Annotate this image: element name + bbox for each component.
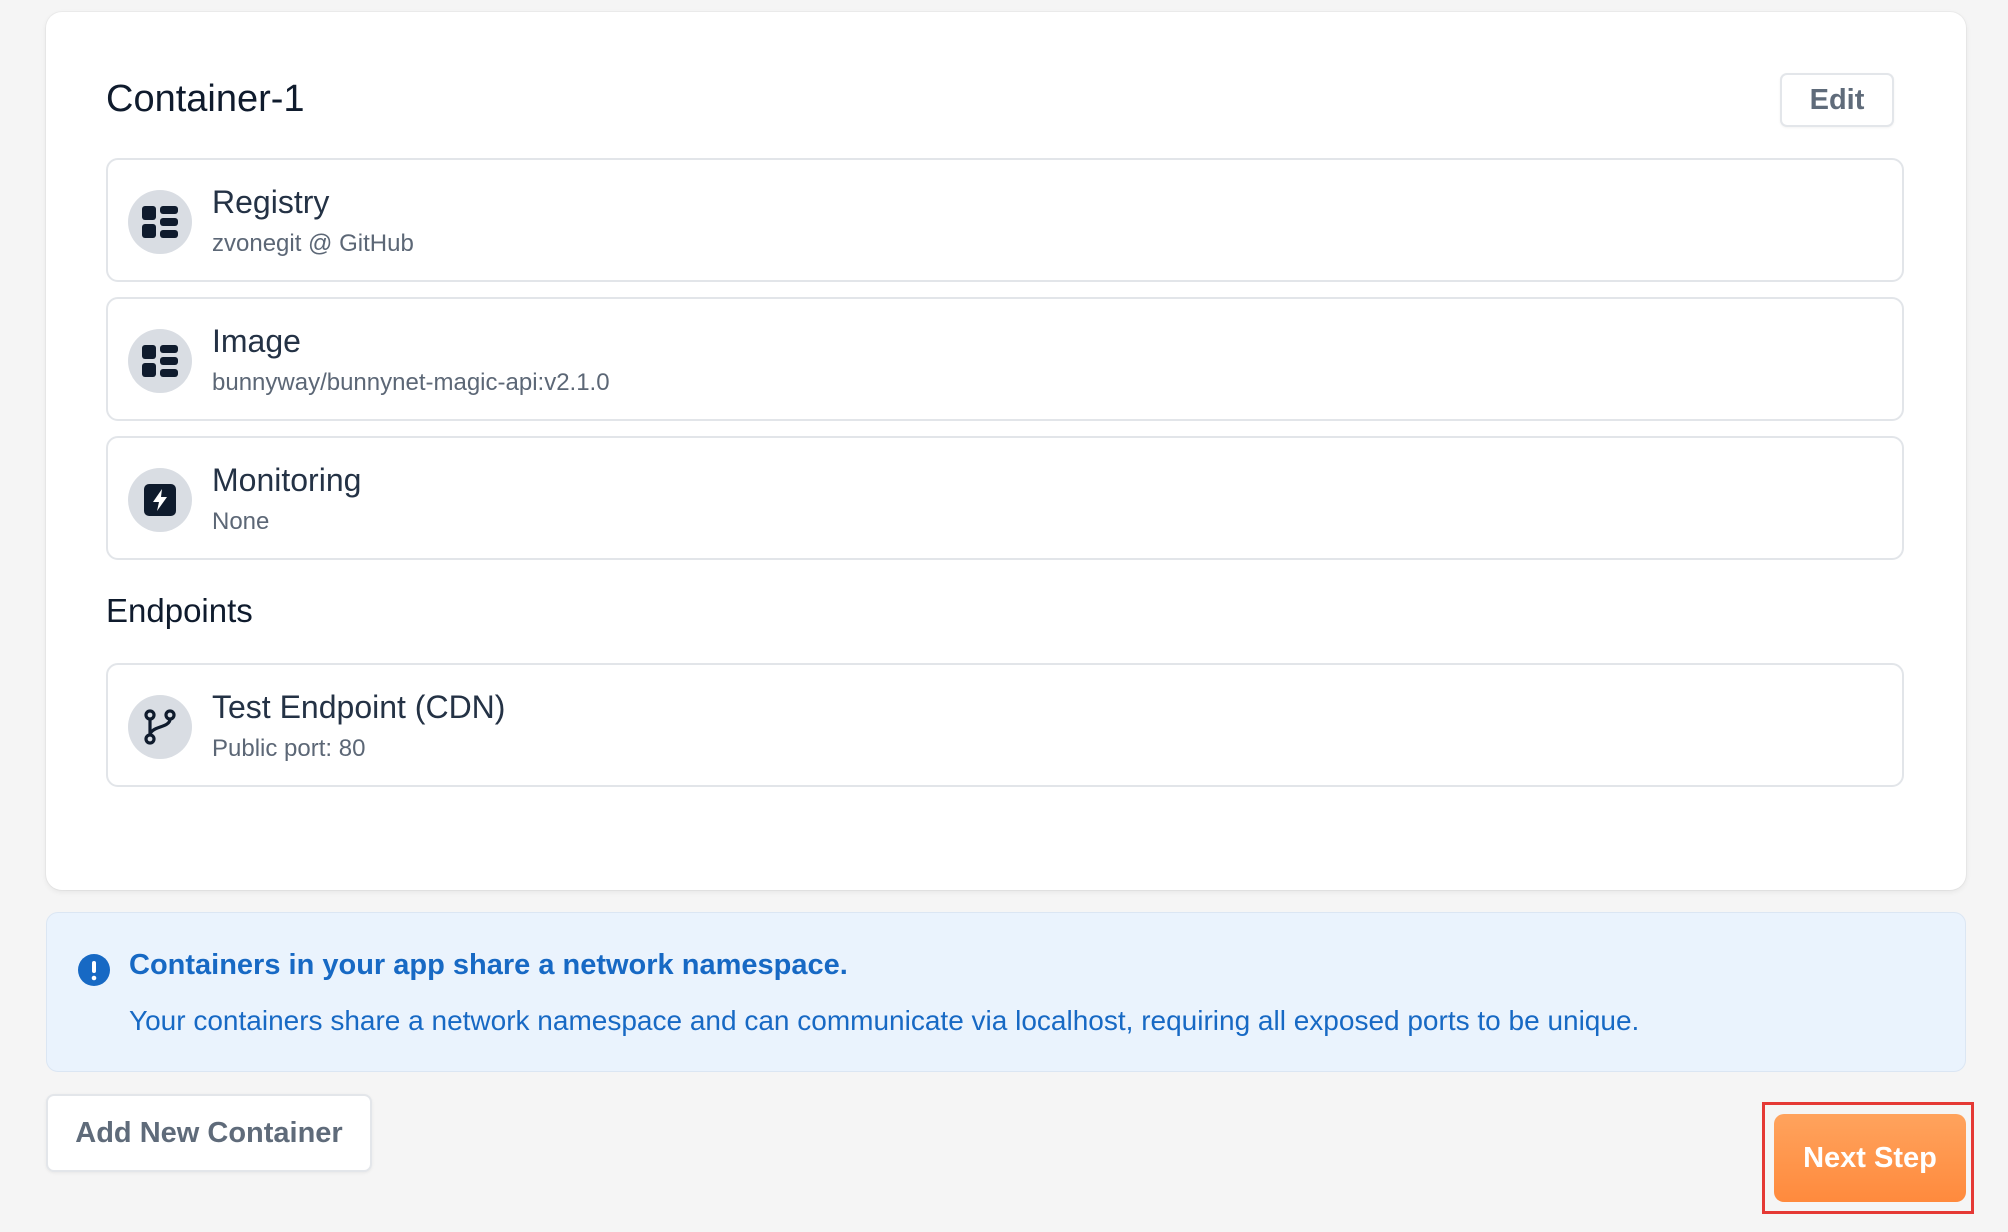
- notice-title: Containers in your app share a network n…: [129, 949, 848, 981]
- endpoint-port: Public port: 80: [212, 735, 366, 762]
- monitoring-row: Monitoring None: [106, 436, 1904, 560]
- notice-text: Your containers share a network namespac…: [129, 1005, 1640, 1036]
- next-step-button[interactable]: Next Step: [1774, 1114, 1966, 1202]
- container-title: Container-1: [106, 78, 305, 120]
- git-branch-icon: [128, 695, 192, 759]
- image-value: bunnyway/bunnynet-magic-api:v2.1.0: [212, 369, 610, 396]
- lightning-icon: [128, 468, 192, 532]
- grid-icon: [128, 190, 192, 254]
- network-notice: Containers in your app share a network n…: [46, 912, 1966, 1072]
- endpoint-row: Test Endpoint (CDN) Public port: 80: [106, 663, 1904, 787]
- container-card: Container-1 Edit Registry zvonegit @ Git…: [46, 12, 1966, 890]
- endpoints-heading: Endpoints: [106, 592, 253, 629]
- info-icon: [77, 953, 111, 992]
- monitoring-value: None: [212, 508, 270, 535]
- image-row: Image bunnyway/bunnynet-magic-api:v2.1.0: [106, 297, 1904, 421]
- add-new-container-button[interactable]: Add New Container: [46, 1094, 372, 1172]
- endpoint-label: Test Endpoint (CDN): [212, 689, 506, 725]
- registry-label: Registry: [212, 184, 330, 220]
- registry-row: Registry zvonegit @ GitHub: [106, 158, 1904, 282]
- monitoring-label: Monitoring: [212, 462, 362, 498]
- registry-value: zvonegit @ GitHub: [212, 230, 414, 257]
- edit-button[interactable]: Edit: [1780, 73, 1894, 127]
- grid-icon: [128, 329, 192, 393]
- image-label: Image: [212, 323, 301, 359]
